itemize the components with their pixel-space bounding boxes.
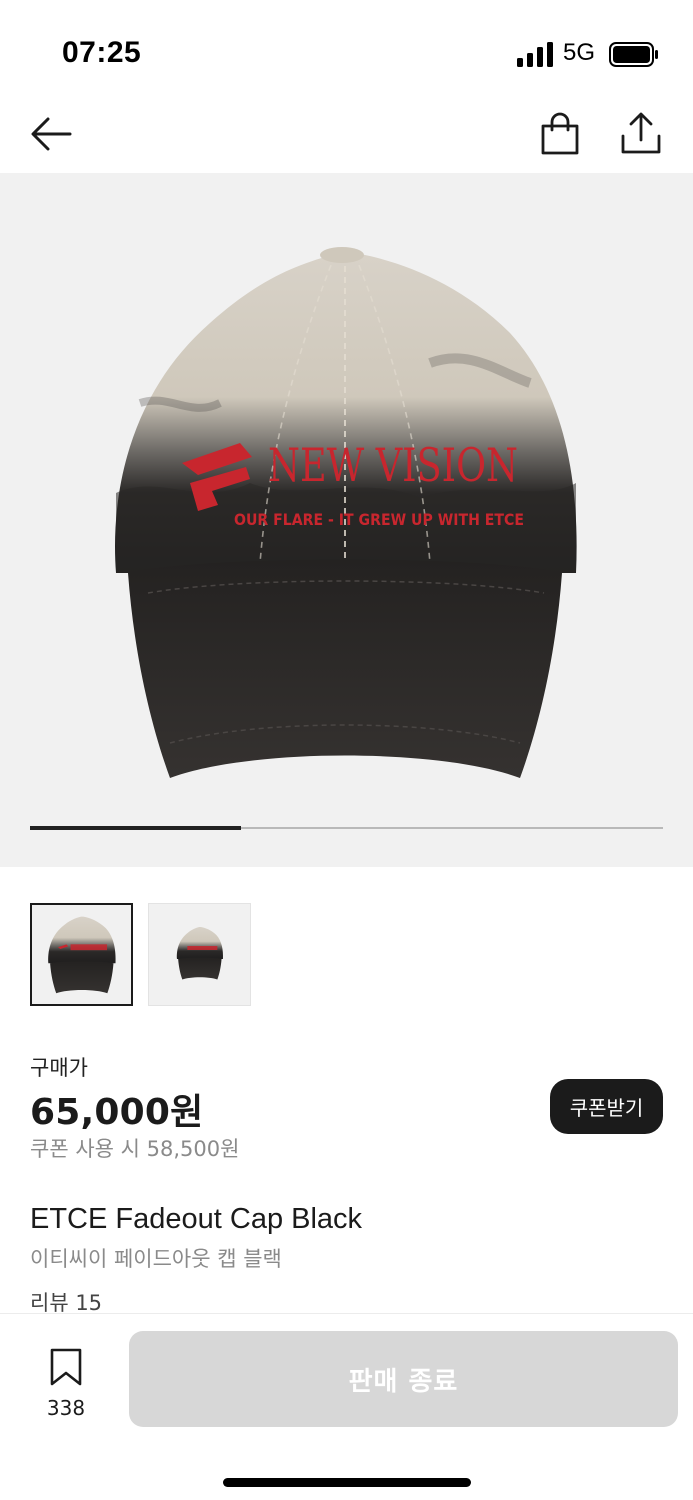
- embroidery-sub-text: OUR FLARE - IT GREW UP WITH ETCE: [234, 510, 524, 529]
- get-coupon-button[interactable]: 쿠폰받기: [550, 1079, 663, 1134]
- bottom-action-bar: 338 판매 종료: [0, 1313, 693, 1500]
- battery-icon: [609, 42, 658, 67]
- price-amount: 65,000원: [30, 1092, 204, 1133]
- status-bar: 07:25 5G: [0, 0, 693, 100]
- cap-thumbnail-image: [176, 927, 224, 980]
- bookmark-icon: [50, 1348, 82, 1386]
- wishlist-count: 338: [46, 1396, 86, 1420]
- share-upload-icon[interactable]: [618, 110, 664, 156]
- embroidery-main-text: NEW VISION: [268, 438, 518, 492]
- thumbnail-1[interactable]: [30, 903, 133, 1006]
- sold-out-button[interactable]: 판매 종료: [129, 1331, 678, 1427]
- cap-product-image: NEW VISION OUR FLARE - IT GREW UP WITH E…: [115, 247, 577, 778]
- product-image-carousel[interactable]: NEW VISION OUR FLARE - IT GREW UP WITH E…: [0, 173, 693, 867]
- network-label: 5G: [563, 39, 596, 66]
- carousel-progress: [30, 826, 241, 830]
- wishlist-button[interactable]: 338: [30, 1342, 102, 1426]
- signal-icon: [517, 42, 553, 67]
- status-time: 07:25: [62, 36, 142, 69]
- top-nav: [0, 100, 693, 173]
- coupon-price-text: 쿠폰 사용 시 58,500원: [30, 1137, 240, 1161]
- product-name: ETCE Fadeout Cap Black: [30, 1203, 363, 1235]
- arrow-left-icon[interactable]: [28, 114, 74, 154]
- shopping-bag-icon[interactable]: [538, 112, 582, 156]
- product-name-korean: 이티씨이 페이드아웃 캡 블랙: [30, 1247, 282, 1271]
- price-label: 구매가: [30, 1056, 88, 1080]
- cap-thumbnail-image: [48, 916, 116, 994]
- thumbnail-2[interactable]: [148, 903, 251, 1006]
- home-indicator: [223, 1478, 471, 1487]
